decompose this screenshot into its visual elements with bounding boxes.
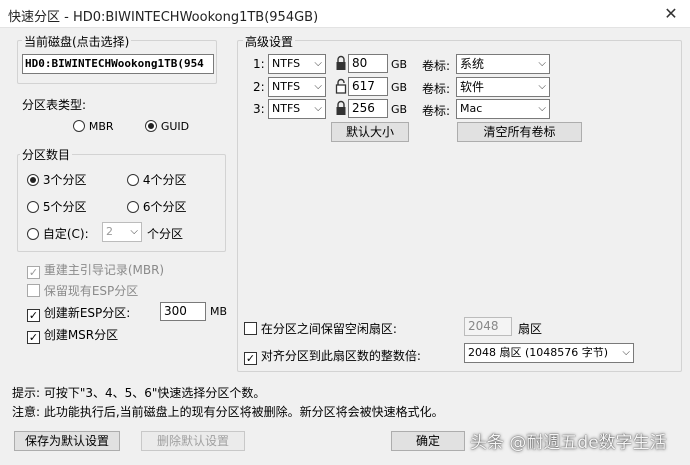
row-2-fs-select[interactable]: NTFS ⌵: [268, 77, 326, 97]
row-2-vol-label-value: 软件: [460, 80, 485, 94]
keep-esp-option[interactable]: 保留现有ESP分区: [27, 282, 138, 299]
row-1-unit: GB: [391, 58, 408, 71]
count-4-radio[interactable]: [127, 174, 139, 186]
align-option[interactable]: ✓ 对齐分区到此扇区数的整数倍:: [244, 347, 421, 365]
unlock-icon[interactable]: [335, 78, 347, 97]
hint-note: 注意: 此功能执行后,当前磁盘上的现有分区将被删除。新分区将会被快速格式化。: [12, 405, 444, 419]
chevron-down-icon: ⌵: [314, 58, 322, 69]
chevron-down-icon: ⌵: [314, 81, 322, 92]
default-size-button[interactable]: 默认大小: [331, 122, 409, 142]
lock-icon[interactable]: [335, 100, 347, 119]
row-3-fs-select[interactable]: NTFS ⌵: [268, 99, 326, 119]
mbr-radio[interactable]: MBR: [73, 119, 114, 133]
advanced-label: 高级设置: [243, 33, 296, 50]
guid-radio-button[interactable]: [145, 120, 157, 132]
count-custom-option[interactable]: 自定(C):: [27, 225, 89, 242]
count-6-label: 6个分区: [142, 200, 187, 214]
count-3-label: 3个分区: [42, 173, 87, 187]
align-select[interactable]: 2048 扇区 (1048576 字节) ⌵: [464, 343, 634, 363]
count-6-radio[interactable]: [127, 201, 139, 213]
lock-icon[interactable]: [335, 55, 347, 74]
chevron-down-icon: ⌵: [538, 58, 546, 69]
create-esp-label: 创建新ESP分区:: [43, 306, 131, 320]
row-1-vol-label-text: 卷标:: [422, 59, 451, 73]
row-2-index: 2:: [253, 80, 265, 94]
custom-count-select[interactable]: 2 ⌵: [102, 222, 142, 242]
clear-labels-button[interactable]: 清空所有卷标: [457, 122, 582, 142]
window-title: 快速分区 - HD0:BIWINTECHWookong1TB(954GB): [8, 10, 319, 25]
esp-unit: MB: [210, 305, 228, 318]
reserve-free-label: 在分区之间保留空闲扇区:: [260, 322, 397, 336]
reserve-free-input[interactable]: 2048: [464, 317, 512, 336]
row-3-size-input[interactable]: 256: [348, 99, 388, 118]
count-3-option[interactable]: 3个分区: [27, 171, 86, 188]
count-3-radio[interactable]: [27, 174, 39, 186]
row-1-size-input[interactable]: 80: [348, 54, 388, 73]
rebuild-mbr-checkbox[interactable]: ✓: [27, 266, 40, 279]
count-custom-radio[interactable]: [27, 228, 39, 240]
mbr-radio-label: MBR: [88, 120, 114, 133]
create-msr-checkbox[interactable]: ✓: [27, 331, 40, 344]
count-6-option[interactable]: 6个分区: [127, 198, 186, 215]
row-3-vol-label-text: 卷标:: [422, 104, 451, 118]
title-bar: 快速分区 - HD0:BIWINTECHWookong1TB(954GB) ✕: [0, 0, 690, 28]
guid-radio[interactable]: GUID: [145, 119, 189, 133]
close-icon[interactable]: ✕: [660, 4, 682, 24]
row-2-vol-label-text: 卷标:: [422, 82, 451, 96]
delete-default-button[interactable]: 删除默认设置: [141, 431, 245, 451]
custom-count-value: 2: [106, 225, 113, 238]
count-4-option[interactable]: 4个分区: [127, 171, 186, 188]
hint-tip: 提示: 可按下"3、4、5、6"快速选择分区个数。: [12, 386, 266, 400]
align-select-value: 2048 扇区 (1048576 字节): [468, 346, 609, 359]
row-3-vol-label-select[interactable]: Mac ⌵: [456, 99, 550, 119]
chevron-down-icon: ⌵: [622, 347, 630, 358]
reserve-free-unit: 扇区: [518, 322, 543, 336]
create-msr-option[interactable]: ✓ 创建MSR分区: [27, 326, 118, 344]
count-custom-label: 自定(C):: [42, 227, 89, 241]
chevron-down-icon: ⌵: [538, 103, 546, 114]
guid-radio-label: GUID: [160, 120, 190, 133]
count-5-label: 5个分区: [42, 200, 87, 214]
row-1-vol-label-value: 系统: [460, 57, 485, 71]
mbr-radio-button[interactable]: [73, 120, 85, 132]
align-checkbox[interactable]: ✓: [244, 352, 257, 365]
row-3-index: 3:: [253, 102, 265, 116]
chevron-down-icon: ⌵: [130, 226, 138, 237]
row-1-fs-select[interactable]: NTFS ⌵: [268, 54, 326, 74]
row-1-fs-value: NTFS: [272, 57, 301, 70]
custom-count-suffix: 个分区: [147, 227, 184, 241]
create-msr-label: 创建MSR分区: [43, 328, 119, 342]
row-2-size-input[interactable]: 617: [348, 77, 388, 96]
save-default-button[interactable]: 保存为默认设置: [14, 431, 120, 451]
create-esp-option[interactable]: ✓ 创建新ESP分区:: [27, 304, 130, 322]
row-3-vol-label-value: Mac: [460, 102, 483, 115]
count-4-label: 4个分区: [142, 173, 187, 187]
row-2-fs-value: NTFS: [272, 80, 301, 93]
partition-count-label: 分区数目: [20, 146, 73, 163]
reserve-free-checkbox[interactable]: [244, 322, 257, 335]
chevron-down-icon: ⌵: [538, 81, 546, 92]
watermark: 头条 @耐週五de数字生活: [470, 433, 667, 453]
keep-esp-label: 保留现有ESP分区: [43, 284, 139, 298]
count-5-option[interactable]: 5个分区: [27, 198, 86, 215]
row-3-fs-value: NTFS: [272, 102, 301, 115]
count-5-radio[interactable]: [27, 201, 39, 213]
reserve-free-option[interactable]: 在分区之间保留空闲扇区:: [244, 320, 397, 337]
esp-size-input[interactable]: 300: [160, 302, 206, 321]
current-disk-label: 当前磁盘(点击选择): [22, 33, 132, 50]
table-type-label: 分区表类型:: [22, 98, 87, 112]
row-2-unit: GB: [391, 81, 408, 94]
row-1-vol-label-select[interactable]: 系统 ⌵: [456, 54, 550, 74]
row-2-vol-label-select[interactable]: 软件 ⌵: [456, 77, 550, 97]
current-disk-field[interactable]: HD0:BIWINTECHWookong1TB(954: [22, 54, 214, 74]
ok-button[interactable]: 确定: [391, 431, 465, 451]
rebuild-mbr-option[interactable]: ✓ 重建主引导记录(MBR): [27, 261, 164, 279]
row-3-unit: GB: [391, 103, 408, 116]
create-esp-checkbox[interactable]: ✓: [27, 309, 40, 322]
row-1-index: 1:: [253, 57, 265, 71]
align-label: 对齐分区到此扇区数的整数倍:: [260, 349, 421, 363]
chevron-down-icon: ⌵: [314, 103, 322, 114]
keep-esp-checkbox[interactable]: [27, 284, 40, 297]
rebuild-mbr-label: 重建主引导记录(MBR): [43, 263, 165, 277]
